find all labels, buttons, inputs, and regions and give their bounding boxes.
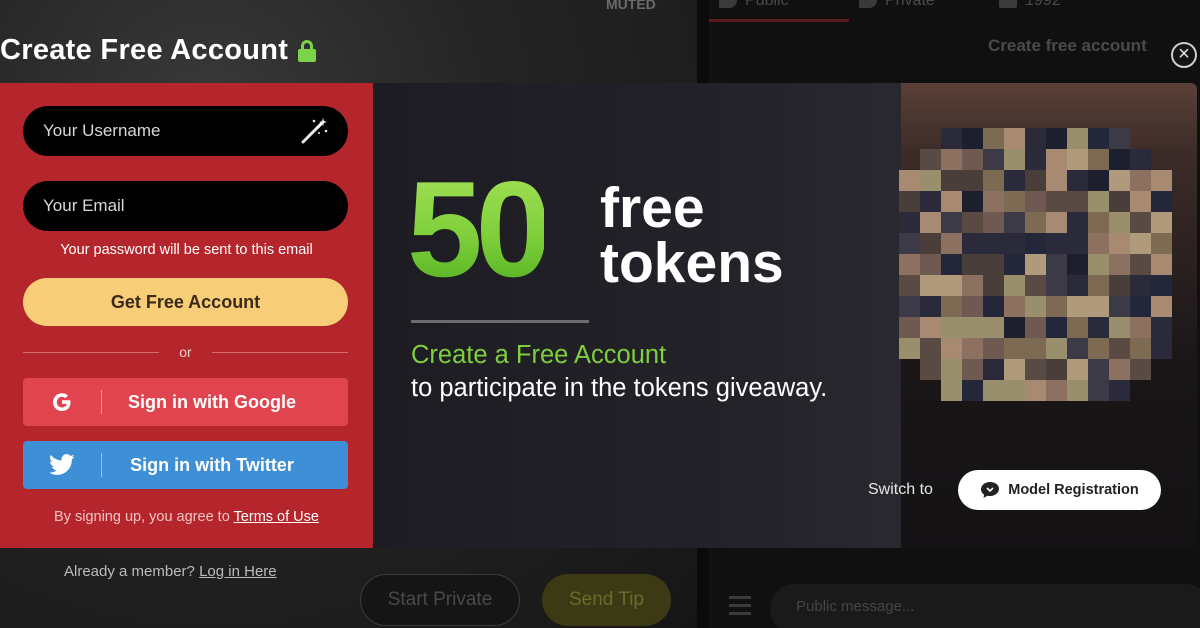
- promo-subtext: to participate in the tokens giveaway.: [411, 374, 828, 402]
- muted-indicator[interactable]: MUTED: [598, 0, 664, 14]
- google-signin-button[interactable]: Sign in with Google: [23, 378, 348, 426]
- terms-text: By signing up, you agree to Terms of Use: [0, 509, 373, 525]
- promo-word-tokens: tokens: [600, 231, 784, 295]
- send-tip-button[interactable]: Send Tip: [542, 574, 671, 626]
- terms-of-use-link[interactable]: Terms of Use: [234, 509, 319, 525]
- switch-to-label: Switch to: [868, 481, 933, 498]
- tab-public-label: Public: [745, 0, 789, 9]
- promo-word-free: free: [600, 176, 705, 240]
- promo-token-amount: 50: [407, 153, 551, 305]
- modal-title-text: Create Free Account: [0, 34, 289, 66]
- tab-users-label: 1992: [1025, 0, 1061, 9]
- email-hint: Your password will be sent to this email: [60, 242, 313, 258]
- email-input[interactable]: [23, 181, 348, 231]
- tab-private-label: Private: [885, 0, 935, 9]
- magic-wand-icon[interactable]: [299, 116, 329, 146]
- chat-bubble-icon: [981, 482, 1000, 498]
- terms-prefix: By signing up, you agree to: [54, 509, 230, 525]
- close-button[interactable]: ×: [1171, 42, 1197, 68]
- start-private-button[interactable]: Start Private: [360, 574, 520, 626]
- promo-cta: Create a Free Account: [411, 341, 667, 369]
- modal-title: Create Free Account: [0, 34, 317, 67]
- or-divider: or: [23, 344, 348, 360]
- chat-message-input[interactable]: Public message...: [770, 584, 1200, 628]
- speech-bubble-icon: [719, 0, 737, 8]
- promo-divider: [411, 320, 589, 323]
- get-free-account-button[interactable]: Get Free Account: [23, 278, 348, 326]
- signup-form: Your password will be sent to this email…: [0, 83, 373, 548]
- twitter-icon: [23, 441, 101, 489]
- already-member-label: Already a member?: [64, 563, 195, 580]
- google-icon: [23, 378, 101, 426]
- login-link[interactable]: Log in Here: [199, 563, 277, 580]
- model-registration-label: Model Registration: [1008, 482, 1139, 498]
- tab-users[interactable]: 1992: [989, 0, 1129, 22]
- promo-panel: 50 free tokens Create a Free Account to …: [373, 83, 1197, 548]
- private-chat-icon: [859, 0, 877, 8]
- model-registration-button[interactable]: Model Registration: [958, 470, 1161, 510]
- lock-icon: [298, 39, 317, 62]
- already-member-text: Already a member? Log in Here: [64, 563, 277, 580]
- user-icon: [999, 0, 1017, 8]
- menu-icon[interactable]: [729, 596, 751, 615]
- tab-private[interactable]: Private: [849, 0, 989, 22]
- tab-public[interactable]: Public: [709, 0, 849, 22]
- create-account-link[interactable]: Create free account: [988, 36, 1147, 56]
- chat-tabs: Public Private 1992: [709, 0, 1129, 22]
- twitter-signin-button[interactable]: Sign in with Twitter: [23, 441, 348, 489]
- google-signin-label: Sign in with Google: [128, 391, 296, 412]
- signup-modal: Your password will be sent to this email…: [0, 83, 1197, 548]
- twitter-signin-label: Sign in with Twitter: [130, 454, 294, 475]
